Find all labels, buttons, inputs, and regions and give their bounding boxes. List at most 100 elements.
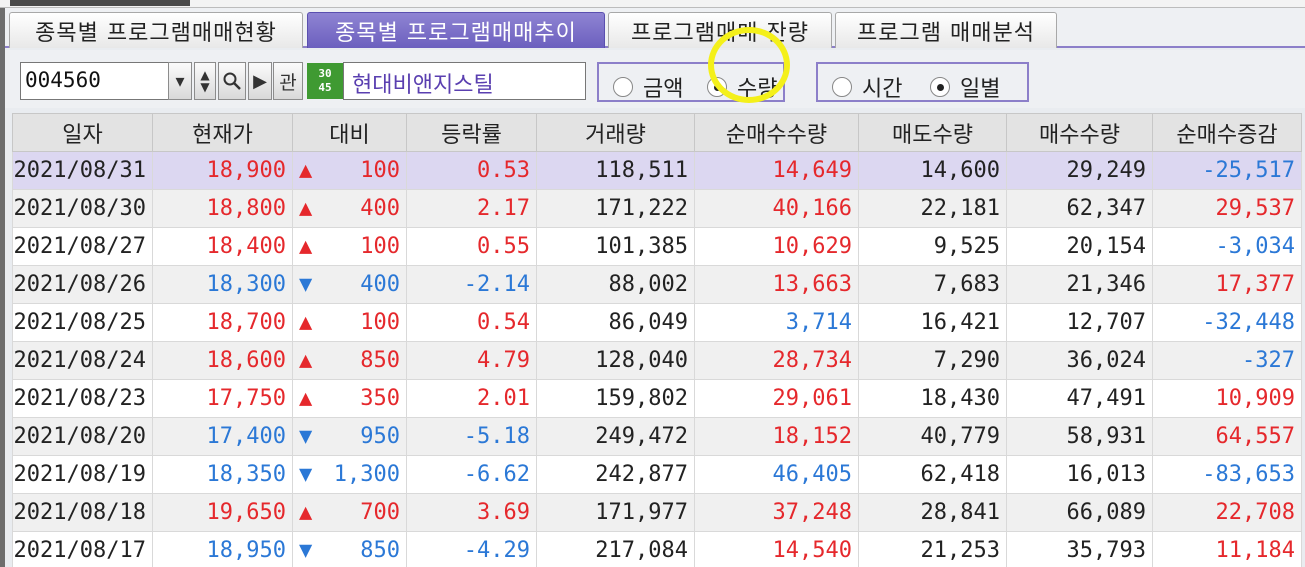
cell-volume: 88,002	[536, 265, 695, 304]
cell-buy-qty: 20,154	[1006, 227, 1153, 266]
column-header[interactable]: 거래량	[536, 113, 695, 152]
cell-diff-value: 350	[360, 386, 400, 411]
cell-net-qty: 3,714	[694, 303, 859, 342]
cell-date: 2021/08/19	[12, 455, 153, 494]
table-row[interactable]: 2021/08/20 17,400 ▼ 950 -5.18 249,472 18,152 40…	[12, 417, 1302, 456]
cell-diff-value: 1,300	[333, 462, 400, 487]
cell-volume: 86,049	[536, 303, 695, 342]
cell-volume: 118,511	[536, 151, 695, 190]
cell-buy-qty: 21,346	[1006, 265, 1153, 304]
triangle-up-icon: ▲	[299, 348, 313, 373]
cell-rate: 2.01	[406, 379, 537, 418]
cell-date: 2021/08/25	[12, 303, 153, 342]
cell-date: 2021/08/17	[12, 531, 153, 567]
tab-program-status[interactable]: 종목별 프로그램매매현황	[9, 12, 303, 48]
cell-rate: 4.79	[406, 341, 537, 380]
table-row[interactable]: 2021/08/26 18,300 ▼ 400 -2.14 88,002 13,663 7,6…	[12, 265, 1302, 304]
cell-price: 18,400	[152, 227, 293, 266]
cell-buy-qty: 36,024	[1006, 341, 1153, 380]
cell-rate: -4.29	[406, 531, 537, 567]
cell-date: 2021/08/20	[12, 417, 153, 456]
cell-date: 2021/08/24	[12, 341, 153, 380]
radio-amount[interactable]	[613, 77, 633, 97]
dropdown-button[interactable]: ▾	[168, 62, 192, 100]
cell-sell-qty: 22,181	[858, 189, 1007, 228]
cell-volume: 171,222	[536, 189, 695, 228]
cell-net-qty: 13,663	[694, 265, 859, 304]
radio-daily[interactable]	[930, 77, 950, 97]
radio-quantity[interactable]	[707, 77, 727, 97]
cell-rate: 2.17	[406, 189, 537, 228]
play-icon: ▶	[253, 70, 267, 92]
cell-sell-qty: 16,421	[858, 303, 1007, 342]
cell-net-qty: 18,152	[694, 417, 859, 456]
cell-net-qty: 40,166	[694, 189, 859, 228]
cell-net-qty: 29,061	[694, 379, 859, 418]
period-option-group: 시간 일별	[816, 62, 1029, 102]
table-row[interactable]: 2021/08/31 18,900 ▲ 100 0.53 118,511 14,649 14,…	[12, 151, 1302, 190]
cell-sell-qty: 14,600	[858, 151, 1007, 190]
relation-button[interactable]: 관	[273, 62, 303, 100]
option-daily[interactable]: 일별	[930, 71, 1000, 103]
cell-date: 2021/08/30	[12, 189, 153, 228]
option-time-label: 시간	[862, 77, 903, 102]
triangle-down-icon: ▼	[299, 424, 313, 449]
tab-program-trend[interactable]: 종목별 프로그램매매추이	[307, 12, 605, 48]
cell-buy-qty: 12,707	[1006, 303, 1153, 342]
option-amount[interactable]: 금액	[613, 71, 683, 103]
column-header[interactable]: 등락률	[406, 113, 537, 152]
triangle-down-icon: ▼	[299, 272, 313, 297]
cell-diff: ▼ 1,300	[292, 455, 407, 494]
column-header[interactable]: 일자	[12, 113, 153, 152]
cell-sell-qty: 7,290	[858, 341, 1007, 380]
play-button[interactable]: ▶	[248, 62, 272, 100]
triangle-down-icon: ▼	[299, 462, 313, 487]
triangle-up-icon: ▲	[299, 310, 313, 335]
cell-net-qty: 37,248	[694, 493, 859, 532]
mode-option-group: 금액 수량	[597, 62, 785, 102]
cell-net-change: 64,557	[1152, 417, 1302, 456]
cell-sell-qty: 28,841	[858, 493, 1007, 532]
cell-price: 18,950	[152, 531, 293, 567]
cell-price: 18,900	[152, 151, 293, 190]
radio-time[interactable]	[832, 77, 852, 97]
option-amount-label: 금액	[643, 77, 684, 102]
triangle-up-icon: ▲	[299, 500, 313, 525]
search-button[interactable]	[218, 62, 246, 100]
cell-price: 17,750	[152, 379, 293, 418]
table-row[interactable]: 2021/08/18 19,650 ▲ 700 3.69 171,977 37,248 28,…	[12, 493, 1302, 532]
cell-volume: 217,084	[536, 531, 695, 567]
toolbar: 004560 ▾ ▲ ▼ ▶ 관 3045 현대비앤지스틸 금액 수량 시간	[5, 50, 1305, 108]
cell-price: 18,600	[152, 341, 293, 380]
cell-diff: ▲ 400	[292, 189, 407, 228]
stock-code-input[interactable]: 004560	[20, 62, 170, 100]
cell-date: 2021/08/18	[12, 493, 153, 532]
option-time[interactable]: 시간	[832, 71, 902, 103]
option-quantity[interactable]: 수량	[707, 71, 777, 103]
cell-diff-value: 400	[360, 196, 400, 221]
cell-net-qty: 28,734	[694, 341, 859, 380]
column-header[interactable]: 순매수증감	[1152, 113, 1302, 152]
stepper-button[interactable]: ▲ ▼	[194, 62, 216, 100]
column-header[interactable]: 순매수수량	[694, 113, 859, 152]
cell-date: 2021/08/27	[12, 227, 153, 266]
column-header[interactable]: 매도수량	[858, 113, 1007, 152]
cell-price: 18,350	[152, 455, 293, 494]
tab-program-balance[interactable]: 프로그램매매 잔량	[608, 12, 832, 48]
column-header[interactable]: 현재가	[152, 113, 293, 152]
table-row[interactable]: 2021/08/17 18,950 ▼ 850 -4.29 217,084 14,540 21…	[12, 531, 1302, 567]
cell-rate: -2.14	[406, 265, 537, 304]
table-row[interactable]: 2021/08/25 18,700 ▲ 100 0.54 86,049 3,714 16,42…	[12, 303, 1302, 342]
column-header[interactable]: 대비	[292, 113, 407, 152]
table-row[interactable]: 2021/08/24 18,600 ▲ 850 4.79 128,040 28,734 7,2…	[12, 341, 1302, 380]
column-header[interactable]: 매수수량	[1006, 113, 1153, 152]
table-row[interactable]: 2021/08/27 18,400 ▲ 100 0.55 101,385 10,629 9,5…	[12, 227, 1302, 266]
cell-buy-qty: 58,931	[1006, 417, 1153, 456]
cell-diff: ▲ 350	[292, 379, 407, 418]
table-row[interactable]: 2021/08/19 18,350 ▼ 1,300 -6.62 242,877 46,405…	[12, 455, 1302, 494]
table-row[interactable]: 2021/08/30 18,800 ▲ 400 2.17 171,222 40,166 22,…	[12, 189, 1302, 228]
cell-date: 2021/08/23	[12, 379, 153, 418]
cell-diff-value: 100	[360, 310, 400, 335]
tab-program-analysis[interactable]: 프로그램 매매분석	[835, 12, 1057, 48]
table-row[interactable]: 2021/08/23 17,750 ▲ 350 2.01 159,802 29,061 18,…	[12, 379, 1302, 418]
